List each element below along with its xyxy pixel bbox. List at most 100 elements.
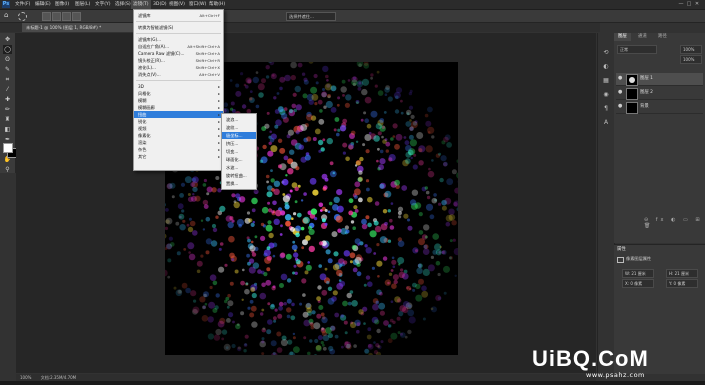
swatches-icon[interactable]: ▦ bbox=[602, 77, 610, 84]
bokeh-dot bbox=[215, 176, 220, 180]
bokeh-dot bbox=[344, 225, 349, 230]
fill-field[interactable]: 100% bbox=[680, 55, 702, 64]
y-field[interactable]: Y: 0 像素 bbox=[666, 279, 698, 288]
ellipse-marquee-icon[interactable] bbox=[18, 12, 27, 21]
document-tab[interactable]: 未标题-1 @ 100% (图层 1, RGB/8#) * bbox=[22, 23, 140, 32]
blend-mode-select[interactable]: 正常 bbox=[617, 45, 657, 54]
character-icon[interactable]: A bbox=[602, 119, 610, 126]
distort-menu-item[interactable]: 切变... bbox=[222, 148, 256, 155]
quick-selection-tool-icon[interactable]: ✎ bbox=[3, 65, 12, 74]
elliptical-marquee-tool-icon[interactable]: ◯ bbox=[3, 45, 12, 54]
layer-row[interactable]: ● 图层 1 bbox=[616, 73, 703, 86]
bokeh-dot bbox=[364, 348, 369, 354]
menu-type[interactable]: 文字(Y) bbox=[93, 0, 113, 9]
subtract-selection-icon[interactable] bbox=[62, 12, 71, 21]
filter-menu-item[interactable]: 渲染 ▸ bbox=[134, 139, 223, 146]
menu-edit[interactable]: 编辑(E) bbox=[33, 0, 53, 9]
visibility-eye-icon[interactable]: ● bbox=[618, 76, 623, 81]
menu-help[interactable]: 帮助(H) bbox=[207, 0, 227, 9]
select-and-mask-button[interactable]: 选择并遮住... bbox=[286, 12, 336, 21]
intersect-selection-icon[interactable] bbox=[72, 12, 81, 21]
move-tool-icon[interactable]: ✥ bbox=[3, 35, 12, 44]
menu-view[interactable]: 视图(V) bbox=[167, 0, 187, 9]
menu-filter[interactable]: 滤镜(T) bbox=[131, 0, 151, 9]
layer-row[interactable]: ● 背景 bbox=[616, 101, 703, 114]
minimize-icon[interactable]: — bbox=[677, 1, 685, 8]
add-selection-icon[interactable] bbox=[52, 12, 61, 21]
distort-menu-item[interactable]: 挤压... bbox=[222, 140, 256, 147]
height-field[interactable]: H: 21 厘米 bbox=[666, 269, 698, 278]
bokeh-dot bbox=[359, 156, 364, 162]
filter-menu-item[interactable]: Camera Raw 滤镜(C)... Shift+Ctrl+A bbox=[134, 50, 223, 57]
distort-menu-item[interactable]: 波浪... bbox=[222, 116, 256, 123]
menu-select[interactable]: 选择(S) bbox=[113, 0, 133, 9]
bokeh-dot bbox=[280, 273, 288, 281]
paragraph-icon[interactable]: ¶ bbox=[602, 105, 610, 112]
visibility-eye-icon[interactable]: ● bbox=[618, 90, 623, 95]
zoom-tool-icon[interactable]: ⚲ bbox=[3, 165, 12, 174]
bokeh-dot bbox=[215, 328, 222, 336]
foreground-color-swatch[interactable] bbox=[3, 143, 13, 153]
menu-layer[interactable]: 图层(L) bbox=[73, 0, 92, 9]
maximize-icon[interactable]: □ bbox=[685, 1, 693, 8]
bokeh-dot bbox=[302, 293, 306, 297]
visibility-eye-icon[interactable]: ● bbox=[618, 104, 623, 109]
distort-menu-item[interactable]: 旋转扭曲... bbox=[222, 172, 256, 179]
tab-paths[interactable]: 路径 bbox=[654, 33, 671, 41]
x-field[interactable]: X: 0 像素 bbox=[622, 279, 654, 288]
width-field[interactable]: W: 21 厘米 bbox=[622, 269, 654, 278]
distort-menu-item[interactable]: 极坐标... bbox=[222, 132, 256, 139]
crop-tool-icon[interactable]: ⌗ bbox=[3, 75, 12, 84]
status-bar: 100% 文档:2.35M/4.70M bbox=[16, 374, 596, 381]
bokeh-dot bbox=[322, 65, 329, 73]
filter-menu-item[interactable]: 像素化 ▸ bbox=[134, 132, 223, 139]
filter-menu-item[interactable]: 视频 ▸ bbox=[134, 125, 223, 132]
filter-menu-item[interactable]: 自适应广角(A)... Alt+Shift+Ctrl+A bbox=[134, 43, 223, 50]
adjustments-icon[interactable]: ◐ bbox=[602, 63, 610, 70]
filter-menu-item[interactable]: 模糊 ▸ bbox=[134, 97, 223, 104]
filter-menu-item[interactable]: 消失点(V)... Alt+Ctrl+V bbox=[134, 71, 223, 78]
distort-menu-item[interactable]: 水波... bbox=[222, 164, 256, 171]
filter-menu-item[interactable]: 扭曲 ▸ bbox=[134, 111, 223, 118]
filter-menu-item[interactable]: 滤镜库 Alt+Ctrl+F bbox=[134, 12, 223, 19]
new-selection-icon[interactable] bbox=[42, 12, 51, 21]
menu-file[interactable]: 文件(F) bbox=[13, 0, 32, 9]
filter-menu-item[interactable]: 杂色 ▸ bbox=[134, 146, 223, 153]
distort-menu-item[interactable]: 球面化... bbox=[222, 156, 256, 163]
bokeh-dot bbox=[337, 96, 341, 100]
tab-channels[interactable]: 通道 bbox=[634, 33, 651, 41]
healing-brush-tool-icon[interactable]: ✚ bbox=[3, 95, 12, 104]
filter-menu-item[interactable]: 液化(L)... Shift+Ctrl+X bbox=[134, 64, 223, 71]
bokeh-dot bbox=[283, 302, 287, 306]
home-icon[interactable]: ⌂ bbox=[4, 12, 11, 19]
distort-menu-item[interactable]: 波纹... bbox=[222, 124, 256, 131]
bokeh-dot bbox=[387, 96, 393, 102]
brush-tool-icon[interactable]: ✏ bbox=[3, 105, 12, 114]
filter-menu-item[interactable]: 转换为智能滤镜(S) bbox=[134, 24, 223, 31]
menu-3d[interactable]: 3D(D) bbox=[151, 0, 169, 9]
clone-stamp-tool-icon[interactable]: ♜ bbox=[3, 115, 12, 124]
lasso-tool-icon[interactable]: ʘ bbox=[3, 55, 12, 64]
bokeh-dot bbox=[266, 329, 272, 335]
distort-menu-item[interactable]: 置换... bbox=[222, 180, 256, 187]
menu-item-shortcut: ▸ bbox=[218, 133, 220, 138]
menu-image[interactable]: 图像(I) bbox=[53, 0, 71, 9]
layer-row[interactable]: ● 图层 2 bbox=[616, 87, 703, 100]
color-icon[interactable]: ◉ bbox=[602, 91, 610, 98]
filter-menu-item[interactable]: 模糊画廊 ▸ bbox=[134, 104, 223, 111]
layer-actions-icons[interactable]: ⊖ fx ◐ ▭ ⊞ 🗑 bbox=[644, 217, 705, 229]
tab-layers[interactable]: 图层 bbox=[614, 33, 631, 41]
menu-window[interactable]: 窗口(W) bbox=[187, 0, 208, 9]
history-icon[interactable]: ⟲ bbox=[602, 49, 610, 56]
close-icon[interactable]: ✕ bbox=[693, 1, 701, 8]
filter-menu-item[interactable]: 风格化 ▸ bbox=[134, 90, 223, 97]
opacity-field[interactable]: 100% bbox=[680, 45, 702, 54]
filter-menu-item[interactable]: 镜头校正(R)... Shift+Ctrl+R bbox=[134, 57, 223, 64]
filter-menu-item[interactable]: 滤镜库(G)... bbox=[134, 36, 223, 43]
eraser-tool-icon[interactable]: ◧ bbox=[3, 125, 12, 134]
filter-menu-item[interactable]: 其它 ▸ bbox=[134, 153, 223, 160]
eyedropper-tool-icon[interactable]: ⁄ bbox=[3, 85, 12, 94]
watermark-sub: www.psahz.com bbox=[586, 371, 645, 379]
filter-menu-item[interactable]: 3D ▸ bbox=[134, 83, 223, 90]
filter-menu-item[interactable]: 锐化 ▸ bbox=[134, 118, 223, 125]
